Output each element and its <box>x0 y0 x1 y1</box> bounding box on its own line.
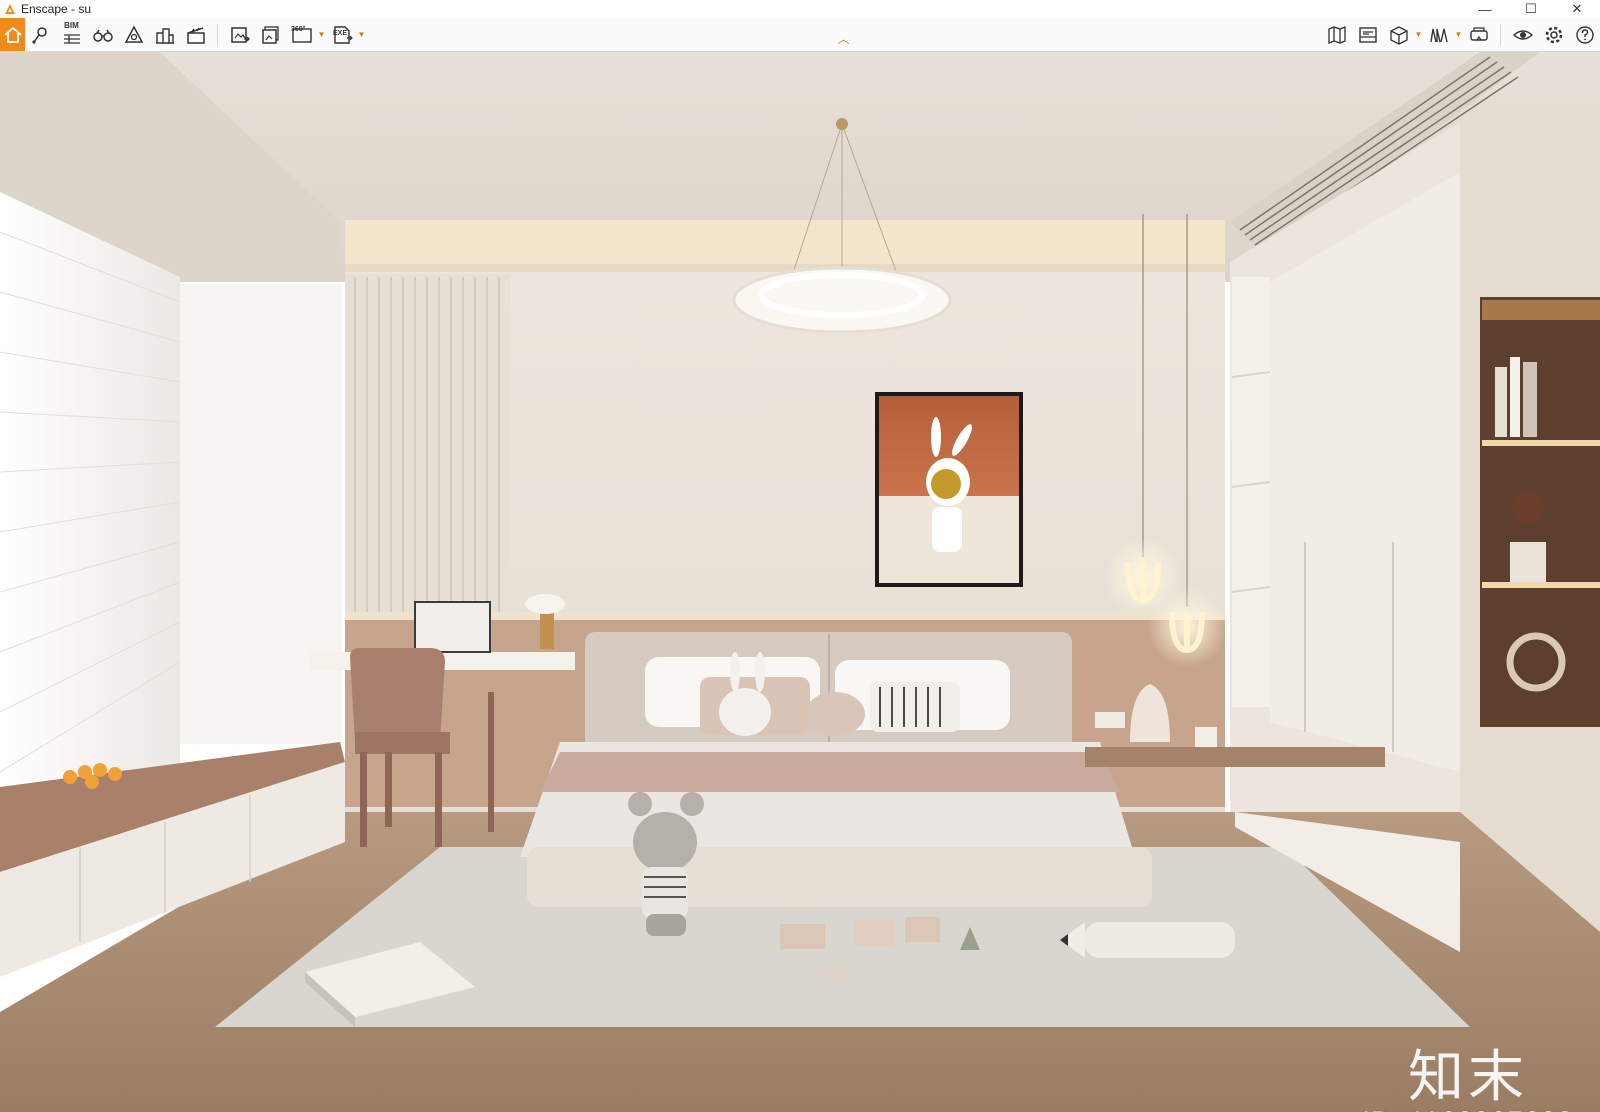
enscape-logo-icon <box>5 4 15 14</box>
cube-dropdown-caret[interactable]: ▼ <box>1414 19 1423 50</box>
eye-icon <box>1512 29 1533 40</box>
map-icon <box>1327 25 1346 44</box>
building-button[interactable] <box>149 19 180 50</box>
map-pin-icon <box>31 26 47 44</box>
visual-settings-button[interactable] <box>1507 19 1538 50</box>
asset-library-button[interactable] <box>118 19 149 50</box>
binoculars-button[interactable] <box>87 19 118 50</box>
home-icon <box>3 26 22 43</box>
toolbar-separator <box>217 23 218 46</box>
minimize-button[interactable]: — <box>1462 0 1508 18</box>
watermark-id: ID: 1160965603 <box>1362 1106 1573 1112</box>
screenshot-button[interactable] <box>224 19 255 50</box>
cube-button[interactable] <box>1383 19 1414 50</box>
export-exe-label: EXE <box>333 30 348 37</box>
bim-button[interactable]: BIM <box>56 19 87 50</box>
cube-icon <box>1389 25 1408 45</box>
render-viewport[interactable]: 知末 ID: 1160965603 <box>0 52 1600 1112</box>
collapse-toolbar-arrow-icon[interactable]: ︿ <box>837 30 849 47</box>
library-dropdown-caret[interactable]: ▼ <box>1454 19 1463 50</box>
batch-render-button[interactable] <box>255 19 286 50</box>
home-button[interactable] <box>0 18 25 51</box>
clapperboard-button[interactable] <box>180 19 211 50</box>
binoculars-icon <box>92 29 113 42</box>
building-icon <box>155 27 174 44</box>
close-button[interactable]: ✕ <box>1554 0 1600 18</box>
asset-library-icon <box>124 24 143 43</box>
video-editor-button[interactable] <box>1352 19 1383 50</box>
vr-headset-button[interactable] <box>1463 19 1494 50</box>
library-icon <box>1429 28 1448 42</box>
settings-button[interactable] <box>1538 19 1569 50</box>
batch-render-icon <box>261 25 279 44</box>
panorama-dropdown-caret[interactable]: ▼ <box>317 19 326 50</box>
video-editor-icon <box>1358 26 1377 43</box>
window-title: Enscape - su <box>21 2 92 16</box>
watermark-logo: 知末 <box>1408 1045 1528 1110</box>
map-button[interactable] <box>1321 19 1352 50</box>
help-icon <box>1575 25 1594 44</box>
bim-label: BIM <box>64 21 79 30</box>
export-dropdown-caret[interactable]: ▼ <box>357 19 366 50</box>
maximize-button[interactable]: ☐ <box>1508 0 1554 18</box>
clapperboard-icon <box>186 26 205 44</box>
panorama-button[interactable]: 360° <box>286 19 317 50</box>
export-exe-button[interactable]: EXE <box>326 19 357 50</box>
title-bar: Enscape - su — ☐ ✕ <box>0 0 1600 18</box>
library-button[interactable] <box>1423 19 1454 50</box>
vr-headset-icon <box>1469 26 1488 41</box>
toolbar-spacer: ︿ <box>366 19 1321 50</box>
help-button[interactable] <box>1569 19 1600 50</box>
enscape-toolbar: BIM 360° ▼ EXE ▼ ︿ ▼ ▼ <box>0 18 1600 52</box>
screenshot-icon <box>230 26 250 43</box>
panorama-label: 360° <box>291 26 306 33</box>
bedroom-render-image <box>0 52 1600 1112</box>
toolbar-separator <box>1500 23 1501 46</box>
settings-icon <box>1545 26 1562 43</box>
views-button[interactable] <box>25 19 56 50</box>
